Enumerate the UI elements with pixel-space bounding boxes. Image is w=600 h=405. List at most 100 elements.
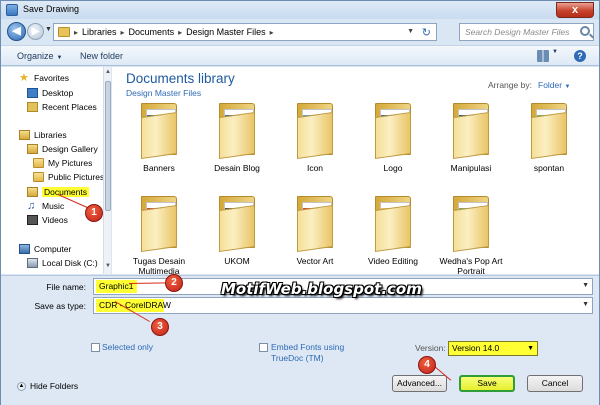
save-button[interactable]: Save (459, 375, 515, 392)
hide-folders-toggle[interactable]: ▲ Hide Folders (17, 381, 78, 391)
image-folder-icon (445, 196, 497, 254)
recent-places-icon (27, 102, 38, 112)
breadcrumb-chevron-icon[interactable]: ▸ (74, 28, 78, 37)
nav-item-computer[interactable]: Computer (19, 244, 71, 254)
folder-item[interactable]: Vector Art (276, 196, 354, 266)
folder-item[interactable]: Logo (354, 103, 432, 173)
nav-item-my-pictures[interactable]: My Pictures (33, 158, 92, 168)
chevron-down-icon: ▼ (564, 84, 571, 90)
nav-label: Favorites (34, 73, 69, 83)
hard-disk-icon (27, 258, 38, 268)
save-drawing-dialog: Save Drawing x ◀ ▶ ▼ ▸ Libraries ▸ Docum… (0, 0, 600, 405)
scrollbar-thumb[interactable] (105, 81, 111, 211)
folder-label: UKOM (224, 256, 250, 266)
navigation-bar: ◀ ▶ ▼ ▸ Libraries ▸ Documents ▸ Design M… (1, 20, 599, 44)
folder-label: Logo (383, 163, 403, 173)
library-icon (27, 144, 38, 154)
chevron-down-icon[interactable]: ▼ (582, 282, 589, 289)
folder-item[interactable]: spontan (510, 103, 588, 173)
annotation-marker-1: 1 (85, 204, 103, 222)
search-icon[interactable] (580, 26, 590, 36)
nav-item-music[interactable]: ♫ Music (27, 201, 64, 212)
cancel-button[interactable]: Cancel (527, 375, 583, 392)
folder-item[interactable]: Desain Blog (198, 103, 276, 173)
nav-label: Documents (42, 187, 89, 197)
scroll-down-icon[interactable]: ▼ (105, 263, 111, 269)
help-icon[interactable]: ? (574, 50, 586, 62)
arrange-by-label: Arrange by: (488, 80, 532, 90)
refresh-icon[interactable]: ↻ (422, 26, 431, 39)
folder-label: Video Editing (368, 256, 418, 266)
title-bar: Save Drawing x (1, 1, 599, 19)
arrange-by-dropdown[interactable]: Folder ▼ (538, 80, 570, 90)
nav-label: Computer (34, 244, 72, 254)
breadcrumb-chevron-icon[interactable]: ▸ (121, 28, 125, 37)
selected-only-checkbox[interactable] (91, 343, 100, 352)
address-bar[interactable]: ▸ Libraries ▸ Documents ▸ Design Master … (53, 23, 437, 41)
folder-label: Wedha's Pop Art Portrait (439, 256, 503, 276)
photoshop-folder-icon (445, 103, 497, 161)
photoshop-folder-icon (211, 103, 263, 161)
search-input[interactable]: Search Design Master Files (459, 23, 594, 41)
nav-label: Desktop (42, 88, 74, 98)
breadcrumb-chevron-icon[interactable]: ▸ (270, 28, 274, 37)
breadcrumb-libraries[interactable]: Libraries (82, 27, 117, 37)
nav-item-public-pictures[interactable]: Public Pictures (33, 172, 104, 182)
nav-item-favorites[interactable]: ★ Favorites (19, 72, 69, 84)
computer-icon (19, 244, 30, 254)
folder-icon (58, 27, 70, 37)
breadcrumb-design-master-files[interactable]: Design Master Files (186, 27, 266, 37)
selected-only-label[interactable]: Selected only (102, 342, 153, 352)
embed-fonts-checkbox[interactable] (259, 343, 268, 352)
embed-fonts-label-line2[interactable]: TrueDoc (TM) (271, 353, 324, 363)
advanced-button[interactable]: Advanced... (392, 375, 447, 392)
folder-item[interactable]: Video Editing (354, 196, 432, 266)
version-label: Version: (415, 343, 446, 353)
folder-icon (33, 158, 44, 168)
close-button[interactable]: x (556, 2, 594, 18)
nav-item-desktop[interactable]: Desktop (27, 88, 73, 98)
libraries-icon (19, 130, 30, 140)
annotation-marker-4: 4 (418, 356, 436, 374)
chevron-down-icon[interactable]: ▼ (582, 301, 589, 308)
nav-item-design-gallery[interactable]: Design Gallery (27, 144, 98, 154)
change-view-icon[interactable] (537, 50, 549, 62)
nav-item-documents[interactable]: Documents (27, 187, 89, 197)
forward-arrow-icon[interactable]: ▶ (27, 23, 44, 40)
folder-item[interactable]: Banners (120, 103, 198, 173)
view-dropdown-icon[interactable]: ▼ (552, 49, 558, 55)
nav-item-local-disk[interactable]: Local Disk (C:) (27, 258, 98, 268)
back-arrow-icon[interactable]: ◀ (7, 22, 26, 41)
file-name-label: File name: (46, 282, 86, 292)
chevron-up-icon: ▲ (17, 381, 26, 391)
scroll-up-icon[interactable]: ▲ (105, 69, 111, 75)
history-dropdown-icon[interactable]: ▼ (45, 26, 52, 33)
new-folder-button[interactable]: New folder (80, 51, 123, 61)
nav-scrollbar[interactable]: ▲ ▼ (103, 67, 111, 274)
save-as-type-select[interactable]: CDR - CorelDRAW ▼ (93, 297, 593, 314)
breadcrumb: ▸ Libraries ▸ Documents ▸ Design Master … (74, 27, 274, 37)
folder-icon (289, 196, 341, 254)
breadcrumb-chevron-icon[interactable]: ▸ (178, 28, 182, 37)
nav-label: Public Pictures (48, 172, 105, 182)
embed-fonts-label-line1[interactable]: Embed Fonts using (271, 342, 344, 352)
nav-item-videos[interactable]: Videos (27, 215, 68, 225)
nav-label: Recent Places (42, 102, 97, 112)
nav-label: Libraries (34, 130, 67, 140)
star-icon: ★ (19, 72, 29, 84)
folder-item[interactable]: Manipulasi (432, 103, 510, 173)
organize-menu[interactable]: Organize ▼ (17, 51, 62, 61)
desktop-icon (27, 88, 38, 98)
folder-label: Banners (143, 163, 175, 173)
breadcrumb-documents[interactable]: Documents (129, 27, 175, 37)
nav-item-recent-places[interactable]: Recent Places (27, 102, 97, 112)
folder-item[interactable]: UKOM (198, 196, 276, 266)
folder-item[interactable]: Tugas Desain Multimedia (120, 196, 198, 276)
folder-item[interactable]: Wedha's Pop Art Portrait (432, 196, 510, 276)
address-dropdown-icon[interactable]: ▼ (407, 28, 414, 35)
library-title: Documents library (126, 71, 235, 86)
folder-item[interactable]: Icon (276, 103, 354, 173)
navigation-pane: ★ Favorites Desktop Recent Places Librari… (1, 67, 111, 274)
version-select[interactable]: Version 14.0 ▼ (448, 341, 538, 356)
nav-item-libraries[interactable]: Libraries (19, 130, 67, 140)
